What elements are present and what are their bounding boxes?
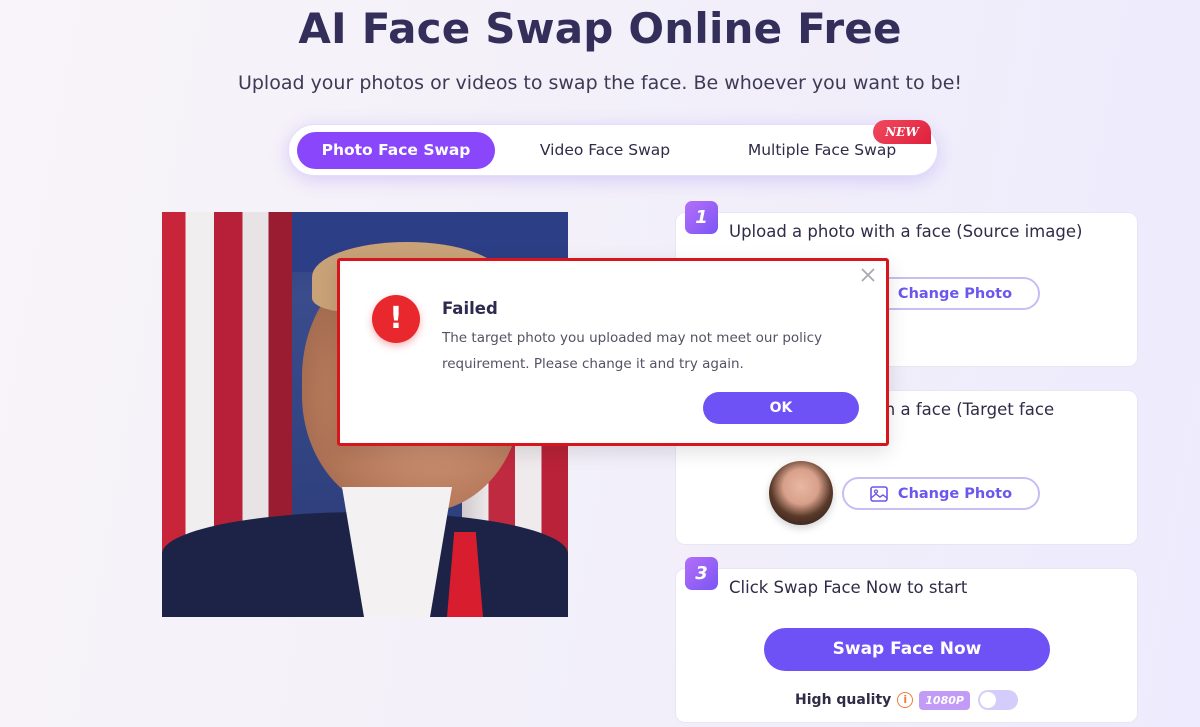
high-quality-toggle[interactable]	[977, 690, 1018, 710]
high-quality-label: High quality	[795, 692, 892, 708]
modal-message: The target photo you uploaded may not me…	[442, 330, 823, 372]
change-photo-label: Change Photo	[897, 285, 1013, 302]
alert-icon: !	[372, 295, 420, 343]
new-badge: NEW	[873, 120, 931, 144]
modal-title: Failed	[442, 299, 498, 318]
tab-photo-face-swap[interactable]: Photo Face Swap	[297, 132, 495, 169]
change-photo-label: Change Photo	[897, 485, 1013, 502]
page-subtitle: Upload your photos or videos to swap the…	[237, 72, 963, 94]
change-target-photo-button[interactable]: Change Photo	[842, 477, 1040, 510]
target-face-avatar	[769, 461, 833, 525]
ok-button[interactable]: OK	[703, 392, 859, 424]
swap-face-now-button[interactable]: Swap Face Now	[764, 628, 1050, 671]
image-icon	[870, 485, 888, 502]
error-modal: ! Failed The target photo you uploaded m…	[337, 258, 889, 446]
tab-video-face-swap[interactable]: Video Face Swap	[515, 132, 695, 169]
resolution-badge: 1080P	[919, 690, 970, 710]
page-title: AI Face Swap Online Free	[298, 4, 902, 53]
step-1-text: Upload a photo with a face (Source image…	[729, 222, 1083, 241]
step-3-text: Click Swap Face Now to start	[729, 578, 968, 597]
toggle-knob	[979, 692, 996, 708]
mode-tabs: Photo Face Swap Video Face Swap Multiple…	[288, 120, 938, 176]
high-quality-row: High quality i 1080P	[676, 688, 1137, 712]
step-badge-3: 3	[685, 557, 718, 590]
info-icon[interactable]: i	[897, 692, 914, 708]
step-badge-1: 1	[685, 201, 718, 234]
step-card-swap: 3 Click Swap Face Now to start Swap Face…	[675, 557, 1138, 723]
close-icon[interactable]	[858, 265, 878, 285]
